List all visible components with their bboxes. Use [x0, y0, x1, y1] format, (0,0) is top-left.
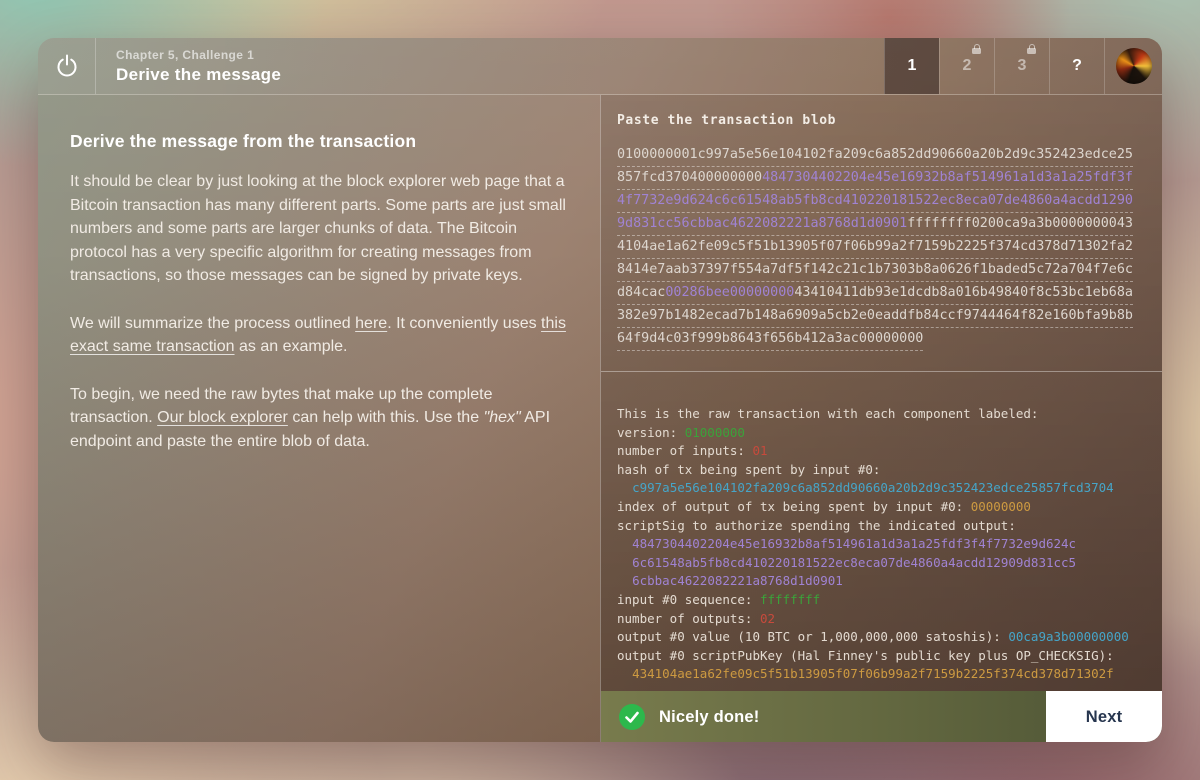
challenge-title: Derive the message [116, 65, 281, 85]
bd-line: 4847304402204e45e16932b8af514961a1d3a1a2… [617, 535, 1146, 554]
blob-line: 4104ae1a62fe09c5f51b13905f07f06b99a2f715… [617, 236, 1133, 259]
bd-line: hash of tx being spent by input #0: [617, 461, 1146, 480]
lesson-paragraph: It should be clear by just looking at th… [70, 170, 574, 288]
lesson-paragraph: We will summarize the process outlined h… [70, 312, 574, 359]
bd-line: scriptSig to authorize spending the indi… [617, 517, 1146, 536]
blob-line: 64f9d4c03f999b8643f656b412a3ac00000000 [617, 328, 923, 351]
help-button[interactable]: ? [1049, 38, 1104, 94]
status-message: Nicely done! [659, 708, 760, 727]
top-bar: Chapter 5, Challenge 1 Derive the messag… [38, 38, 1162, 95]
question-mark-icon: ? [1072, 57, 1082, 75]
tab-step-2[interactable]: 2 [939, 38, 994, 94]
lesson-title: Derive the message from the transaction [70, 131, 574, 152]
text-link[interactable]: Our block explorer [157, 409, 288, 426]
bd-line: output #0 value (10 BTC or 1,000,000,000… [617, 628, 1146, 647]
text-link[interactable]: here [355, 315, 387, 332]
power-icon [52, 51, 82, 81]
app-window: Chapter 5, Challenge 1 Derive the messag… [38, 38, 1162, 742]
bd-line: 6c61548ab5fb8cd410220181522ec8eca07de486… [617, 554, 1146, 573]
success-bar: Nicely done! Next [601, 691, 1162, 742]
chapter-label: Chapter 5, Challenge 1 [116, 48, 281, 62]
lock-icon [972, 48, 981, 54]
tab-step-3-label: 3 [1018, 57, 1027, 75]
blob-line: 8414e7aab37397f554a7df5f142c21c1b7303b8a… [617, 259, 1133, 282]
blob-lines: 0100000001c997a5e56e104102fa209c6a852dd9… [617, 144, 1146, 351]
tab-step-1-label: 1 [908, 57, 917, 75]
avatar [1116, 48, 1152, 84]
challenge-title-block: Chapter 5, Challenge 1 Derive the messag… [96, 38, 301, 94]
bd-line: number of inputs: 01 [617, 442, 1146, 461]
blob-line: 9d831cc56cbbac4622082221a8768d1d0901ffff… [617, 213, 1133, 236]
bd-line: output #0 scriptPubKey (Hal Finney's pub… [617, 647, 1146, 666]
next-button[interactable]: Next [1046, 691, 1162, 742]
lesson-paragraphs: It should be clear by just looking at th… [70, 170, 574, 453]
lesson-paragraph: To begin, we need the raw bytes that mak… [70, 383, 574, 454]
transaction-blob-input[interactable]: Paste the transaction blob 0100000001c99… [601, 95, 1162, 372]
bd-line: This is the raw transaction with each co… [617, 405, 1146, 424]
bd-line: 434104ae1a62fe09c5f51b13905f07f06b99a2f7… [617, 665, 1146, 684]
blob-line: 857fcd3704000000004847304402204e45e16932… [617, 167, 1133, 190]
tab-step-1[interactable]: 1 [884, 38, 939, 94]
blob-line: 382e97b1482ecad7b148a6909a5cb2e0eaddfb84… [617, 305, 1133, 328]
main-content: Derive the message from the transaction … [38, 95, 1162, 742]
blob-heading: Paste the transaction blob [617, 113, 1146, 128]
power-button[interactable] [38, 38, 96, 94]
lock-icon [1027, 48, 1036, 54]
bd-line: index of output of tx being spent by inp… [617, 498, 1146, 517]
step-tabs: 1 2 3 ? [884, 38, 1162, 94]
bd-line: 6cbbac4622082221a8768d1d0901 [617, 572, 1146, 591]
bd-line: number of outputs: 02 [617, 610, 1146, 629]
tab-step-3[interactable]: 3 [994, 38, 1049, 94]
tab-step-2-label: 2 [963, 57, 972, 75]
bd-line: version: 01000000 [617, 424, 1146, 443]
blob-line: 0100000001c997a5e56e104102fa209c6a852dd9… [617, 144, 1133, 167]
check-icon [619, 704, 645, 730]
bd-line: input #0 sequence: ffffffff [617, 591, 1146, 610]
lesson-panel: Derive the message from the transaction … [38, 95, 600, 742]
exercise-panel: Paste the transaction blob 0100000001c99… [600, 95, 1162, 742]
profile-button[interactable] [1104, 38, 1162, 94]
blob-line: d84cac00286bee0000000043410411db93e1dcdb… [617, 282, 1133, 305]
transaction-breakdown: This is the raw transaction with each co… [601, 372, 1162, 742]
bd-line: c997a5e56e104102fa209c6a852dd90660a20b2d… [617, 479, 1146, 498]
blob-line: 4f7732e9d624c6c61548ab5fb8cd410220181522… [617, 190, 1133, 213]
